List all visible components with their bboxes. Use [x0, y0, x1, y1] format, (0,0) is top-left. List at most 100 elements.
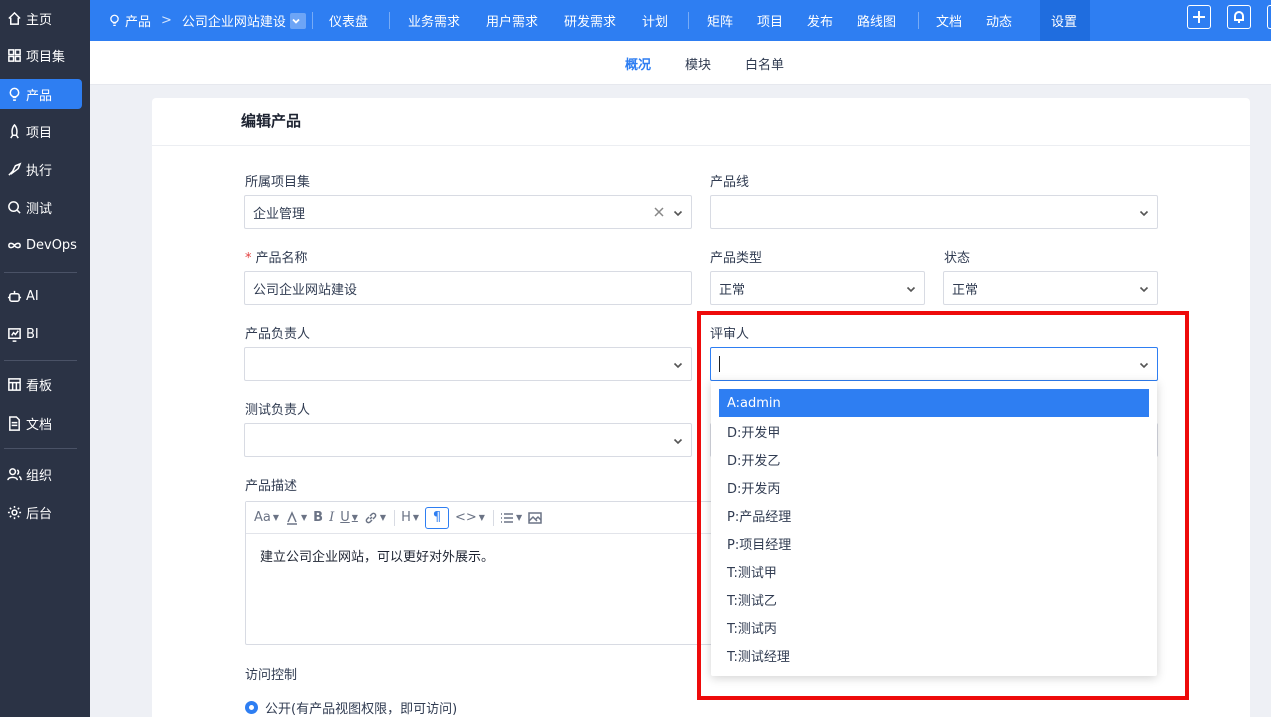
- sidebar-item-devops[interactable]: DevOps: [0, 230, 90, 260]
- sidebar-item-label: 项目: [26, 125, 53, 141]
- chevron-down-icon[interactable]: [289, 12, 306, 29]
- add-button[interactable]: [1187, 5, 1211, 29]
- breadcrumb-current[interactable]: 公司企业网站建设: [182, 11, 286, 30]
- chevron-down-icon: [1139, 207, 1149, 217]
- sidebar-item-program[interactable]: 项目集: [0, 40, 90, 70]
- qa-owner-label: 测试负责人: [245, 403, 311, 418]
- sidebar-item-home[interactable]: 主页: [0, 3, 90, 33]
- acl-public-radio[interactable]: 公开(有产品视图权限，即可访问): [245, 698, 457, 717]
- product-type-select[interactable]: 正常: [710, 271, 925, 305]
- sidebar-item-label: 项目集: [26, 49, 66, 65]
- sidebar-item-project[interactable]: 项目: [0, 116, 90, 146]
- sidebar-item-org[interactable]: 组织: [0, 459, 90, 489]
- sidebar-item-label: 文档: [26, 417, 53, 433]
- rocket-icon: [6, 123, 22, 139]
- breadcrumb-separator: >: [161, 13, 172, 28]
- product-line-label: 产品线: [710, 175, 750, 190]
- chevron-down-icon: [673, 435, 683, 445]
- tab-whitelist[interactable]: 白名单: [745, 54, 784, 73]
- sidebar-item-label: BI: [26, 326, 39, 342]
- heading-button[interactable]: H ▼: [401, 507, 419, 529]
- nav-plan[interactable]: 计划: [642, 0, 668, 41]
- page-title: 编辑产品: [241, 112, 302, 130]
- notification-button[interactable]: [1227, 5, 1251, 29]
- nav-divider: [389, 12, 390, 29]
- sidebar-item-label: 测试: [26, 201, 53, 217]
- nav-divider: [312, 12, 313, 29]
- tab-overview[interactable]: 概况: [625, 54, 651, 73]
- acl-public-label: 公开(有产品视图权限，即可访问): [265, 702, 458, 717]
- nav-release[interactable]: 发布: [807, 0, 833, 41]
- sidebar-item-label: 产品: [26, 88, 53, 104]
- chevron-down-icon: [906, 283, 916, 293]
- nav-settings[interactable]: 设置: [1051, 0, 1077, 41]
- link-button[interactable]: ▼: [364, 507, 386, 529]
- product-name-label: * 产品名称: [245, 247, 308, 266]
- product-name-label-text: 产品名称: [255, 251, 308, 266]
- sidebar-item-label: 执行: [26, 163, 53, 179]
- more-button[interactable]: [1267, 5, 1271, 29]
- run-icon: [6, 161, 22, 177]
- status-label: 状态: [944, 251, 971, 266]
- nav-dynamic[interactable]: 动态: [986, 0, 1012, 41]
- nav-dev-requirements[interactable]: 研发需求: [564, 0, 616, 41]
- product-type-value: 正常: [719, 282, 746, 298]
- tab-module[interactable]: 模块: [685, 54, 711, 73]
- product-owner-label: 产品负责人: [245, 327, 311, 342]
- bold-button[interactable]: B: [313, 507, 323, 529]
- underline-button[interactable]: U ▼: [340, 507, 358, 529]
- nav-user-requirements[interactable]: 用户需求: [486, 0, 538, 41]
- image-icon: [528, 511, 542, 524]
- nav-dashboard[interactable]: 仪表盘: [329, 0, 368, 41]
- status-select[interactable]: 正常: [943, 271, 1158, 305]
- nav-doc[interactable]: 文档: [936, 0, 962, 41]
- sidebar-item-doc[interactable]: 文档: [0, 408, 90, 438]
- document-icon: [6, 415, 22, 431]
- sidebar-item-label: 组织: [26, 468, 53, 484]
- product-name-input[interactable]: 公司企业网站建设: [244, 271, 692, 305]
- description-editor[interactable]: Aa ▼ ▼ B I U ▼ ▼ H ▼ ¶ <> ▼ ▼ 建立公司企业网站，可以更好对…: [245, 501, 715, 645]
- sidebar-item-execution[interactable]: 执行: [0, 154, 90, 184]
- sidebar-divider: [4, 272, 77, 273]
- paragraph-button[interactable]: ¶: [425, 506, 449, 529]
- italic-button[interactable]: I: [329, 507, 334, 529]
- product-line-select[interactable]: [710, 195, 1158, 229]
- title-divider: [152, 145, 1250, 146]
- status-value: 正常: [952, 282, 979, 298]
- program-select[interactable]: 企业管理: [244, 195, 692, 229]
- breadcrumb-root[interactable]: 产品: [125, 11, 151, 30]
- list-button[interactable]: ▼: [500, 507, 522, 529]
- text-color-button[interactable]: ▼: [285, 507, 307, 529]
- sidebar-item-kanban[interactable]: 看板: [0, 369, 90, 399]
- description-label: 产品描述: [245, 479, 298, 494]
- sidebar-item-bi[interactable]: BI: [0, 319, 90, 349]
- chevron-down-icon: [673, 359, 683, 369]
- chart-icon: [6, 326, 22, 342]
- sidebar-item-admin[interactable]: 后台: [0, 497, 90, 527]
- sub-navbar: 概况 模块 白名单: [90, 41, 1271, 85]
- qa-owner-select[interactable]: [244, 423, 692, 457]
- gear-icon: [6, 504, 22, 520]
- nav-divider: [918, 12, 919, 29]
- lightbulb-icon: [6, 86, 22, 102]
- nav-project[interactable]: 项目: [757, 0, 783, 41]
- clear-icon[interactable]: [653, 206, 665, 218]
- lightbulb-icon: [110, 14, 119, 27]
- toolbar-divider: [492, 509, 494, 526]
- chevron-down-icon: [673, 207, 683, 217]
- product-owner-select[interactable]: [244, 347, 692, 381]
- sidebar-item-label: 看板: [26, 378, 53, 394]
- search-icon: [6, 199, 22, 215]
- image-button[interactable]: [528, 507, 542, 529]
- sidebar-item-product[interactable]: 产品: [0, 79, 82, 109]
- nav-business-requirements[interactable]: 业务需求: [408, 0, 460, 41]
- sidebar-item-test[interactable]: 测试: [0, 192, 90, 222]
- font-size-button[interactable]: Aa ▼: [254, 507, 279, 529]
- home-icon: [6, 10, 22, 26]
- sidebar-item-label: DevOps: [26, 237, 77, 253]
- top-navbar: 产品 > 公司企业网站建设 仪表盘 业务需求 用户需求 研发需求 计划 矩阵 项…: [90, 0, 1271, 41]
- nav-roadmap[interactable]: 路线图: [857, 0, 896, 41]
- code-button[interactable]: <> ▼: [455, 507, 485, 529]
- nav-matrix[interactable]: 矩阵: [707, 0, 733, 41]
- sidebar-item-ai[interactable]: AI: [0, 281, 90, 311]
